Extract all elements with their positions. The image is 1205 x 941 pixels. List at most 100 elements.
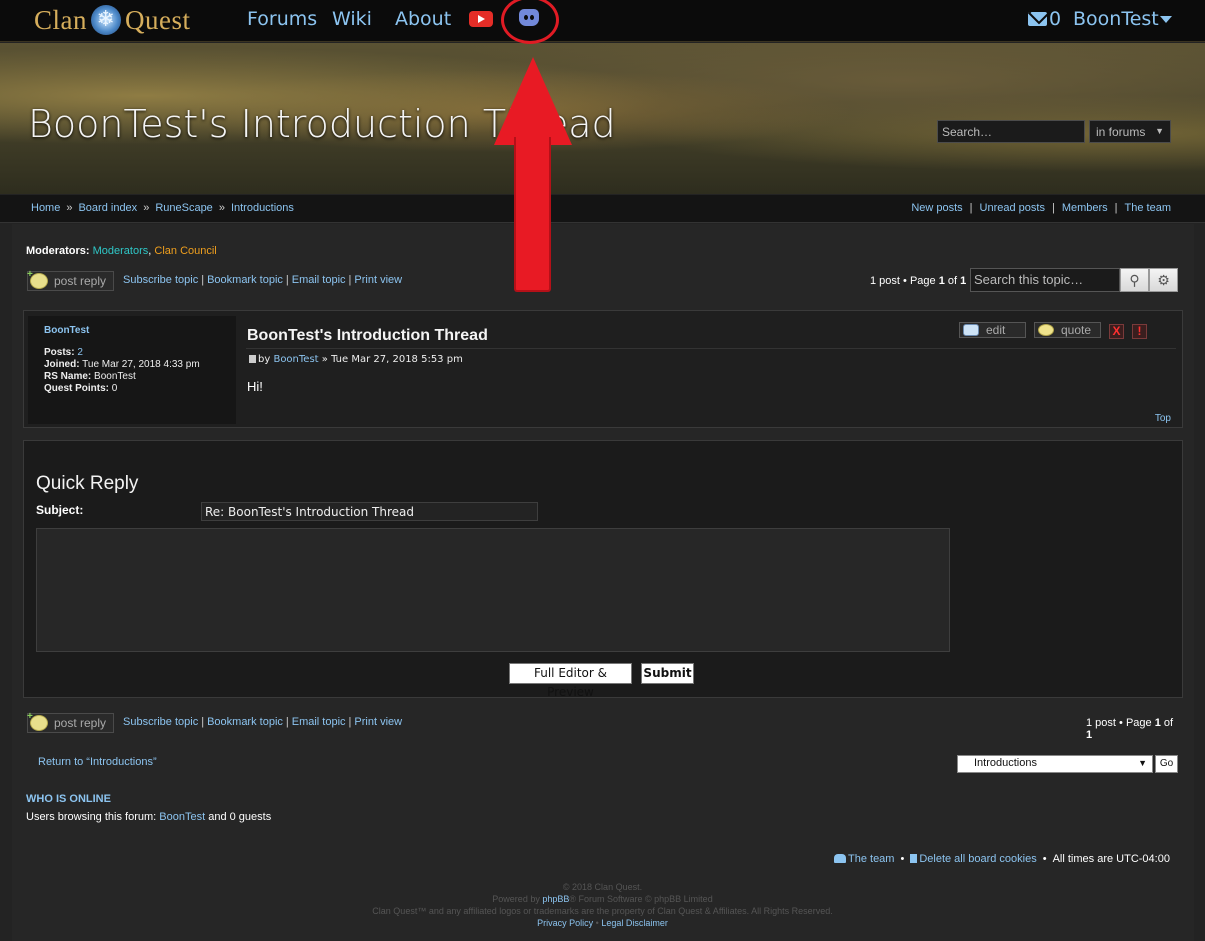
post-reply-button[interactable]: post reply <box>27 269 114 291</box>
privacy-policy-link[interactable]: Privacy Policy <box>537 918 593 928</box>
action-bar-bottom: post reply Subscribe topic| Bookmark top… <box>27 711 1179 741</box>
current-page: 1 <box>1154 717 1161 729</box>
breadcrumb-separator: » <box>66 202 73 214</box>
go-button[interactable]: Go <box>1155 755 1178 773</box>
breadcrumb-runescape[interactable]: RuneScape <box>155 202 213 214</box>
email-topic-link[interactable]: Email topic <box>292 274 346 286</box>
quote-button[interactable]: quote <box>1034 322 1101 338</box>
post-profile: BoonTest Posts: 2 Joined: Tue Mar 27, 20… <box>28 316 236 424</box>
moderators-label: Moderators: <box>26 245 90 257</box>
link-separator: | <box>348 274 352 286</box>
breadcrumb-home[interactable]: Home <box>31 202 60 214</box>
back-to-top-link[interactable]: Top <box>1155 413 1171 424</box>
submit-button[interactable]: Submit <box>641 663 694 684</box>
breadcrumb: Home » Board index » RuneScape » Introdu… <box>31 202 294 214</box>
subject-input[interactable]: Re: BoonTest's Introduction Thread <box>201 502 538 521</box>
return-to-forum-link[interactable]: Return to “Introductions” <box>38 756 157 768</box>
search-icon[interactable]: ⚲ <box>1120 268 1149 292</box>
post-title[interactable]: BoonTest's Introduction Thread <box>247 327 488 345</box>
caret-down-icon[interactable] <box>1160 16 1172 23</box>
edit-icon <box>963 324 979 336</box>
search-input[interactable]: Search… <box>937 120 1085 143</box>
delete-icon[interactable]: X <box>1109 324 1124 339</box>
topic-search-input[interactable]: Search this topic… <box>970 268 1120 292</box>
quest-points-line: Quest Points: 0 <box>44 383 117 394</box>
page-label: Page <box>1125 717 1152 729</box>
quick-reply-title: Quick Reply <box>36 473 139 494</box>
nav-about-link[interactable]: About <box>395 8 451 30</box>
phpbb-link[interactable]: phpBB <box>542 894 569 904</box>
email-topic-link[interactable]: Email topic <box>292 716 346 728</box>
mail-icon[interactable] <box>1028 12 1047 26</box>
edit-button[interactable]: edit <box>959 322 1026 338</box>
bullet: • <box>900 853 905 865</box>
post-count: 1 post <box>870 275 900 287</box>
bookmark-topic-link[interactable]: Bookmark topic <box>207 716 283 728</box>
rs-name-line: RS Name: BoonTest <box>44 371 136 382</box>
reply-icon <box>27 269 48 289</box>
full-editor-button[interactable]: Full Editor & Preview <box>509 663 632 699</box>
annotation-arrow-shaft <box>514 137 551 292</box>
link-separator: | <box>969 202 973 214</box>
joined-label: Joined: <box>44 359 80 370</box>
message-textarea[interactable] <box>36 528 950 652</box>
footer-team-link[interactable]: The team <box>834 853 894 865</box>
joined-line: Joined: Tue Mar 27, 2018 4:33 pm <box>44 359 200 370</box>
youtube-icon[interactable] <box>469 11 493 27</box>
print-view-link[interactable]: Print view <box>354 716 402 728</box>
the-team-link[interactable]: The team <box>1125 202 1171 214</box>
quick-links: New posts | Unread posts | Members | The… <box>911 202 1171 214</box>
topic-tools: Subscribe topic | Bookmark topic | Email t… <box>123 274 402 286</box>
who-is-online-title[interactable]: WHO IS ONLINE <box>26 793 111 805</box>
powered-by-line: Powered by phpBB® Forum Software © phpBB… <box>0 894 1205 904</box>
logo-text-left: Clan <box>34 4 87 35</box>
subscribe-topic-link[interactable]: Subscribe topic <box>123 716 198 728</box>
who-prefix: Users browsing this forum: <box>26 811 157 823</box>
clan-quest-logo[interactable]: Clan ❄ Quest <box>34 4 191 36</box>
gear-icon[interactable]: ⚙ <box>1149 268 1178 292</box>
trash-icon <box>910 854 918 863</box>
page-of-label: of <box>947 275 958 287</box>
post-icon[interactable] <box>249 355 256 363</box>
legal-disclaimer-link[interactable]: Legal Disclaimer <box>601 918 668 928</box>
post-count-line: Posts: 2 <box>44 347 83 358</box>
post-reply-label: post reply <box>54 274 107 288</box>
breadcrumb-board-index[interactable]: Board index <box>78 202 137 214</box>
link-separator: | <box>201 716 205 728</box>
quote-icon <box>1038 324 1054 336</box>
report-icon[interactable]: ! <box>1132 324 1147 339</box>
online-user-link[interactable]: BoonTest <box>159 811 205 823</box>
footer-links: The team • Delete all board cookies • Al… <box>834 853 1170 865</box>
members-link[interactable]: Members <box>1062 202 1108 214</box>
total-pages: 1 <box>960 275 967 287</box>
moderators-group-link[interactable]: Moderators <box>93 245 149 257</box>
forum-software-text: ® Forum Software © phpBB Limited <box>569 894 713 904</box>
post-reply-button[interactable]: post reply <box>27 711 114 733</box>
nav-forums-link[interactable]: Forums <box>247 8 317 30</box>
clan-council-group-link[interactable]: Clan Council <box>154 245 216 257</box>
subscribe-topic-link[interactable]: Subscribe topic <box>123 274 198 286</box>
jump-to-forum-select[interactable]: Introductions ▼ <box>957 755 1153 773</box>
bookmark-topic-link[interactable]: Bookmark topic <box>207 274 283 286</box>
mail-count[interactable]: 0 <box>1049 8 1061 30</box>
footer-team-label: The team <box>848 853 895 865</box>
nav-wiki-link[interactable]: Wiki <box>332 8 372 30</box>
delete-cookies-link[interactable]: Delete all board cookies <box>910 853 1037 865</box>
search-scope-select[interactable]: in forums ▼ <box>1089 120 1171 143</box>
pagination: 1 post • Page 1 of 1 <box>870 275 967 287</box>
print-view-link[interactable]: Print view <box>354 274 402 286</box>
logo-text-right: Quest <box>125 4 191 35</box>
post-date: » Tue Mar 27, 2018 5:53 pm <box>321 354 463 365</box>
posts-value-link[interactable]: 2 <box>77 347 83 358</box>
breadcrumb-separator: » <box>218 202 225 214</box>
breadcrumb-introductions[interactable]: Introductions <box>231 202 294 214</box>
new-posts-link[interactable]: New posts <box>911 202 962 214</box>
search-scope-value: in forums <box>1096 125 1146 139</box>
quick-reply-panel: Quick Reply Subject: Re: BoonTest's Intr… <box>23 440 1183 699</box>
user-menu-name[interactable]: BoonTest <box>1073 8 1159 30</box>
post-author-link[interactable]: BoonTest <box>44 325 89 336</box>
unread-posts-link[interactable]: Unread posts <box>980 202 1045 214</box>
post-meta-author-link[interactable]: BoonTest <box>273 354 318 365</box>
breadcrumb-bar: Home » Board index » RuneScape » Introdu… <box>0 195 1205 223</box>
action-bar-top: post reply Subscribe topic | Bookmark top… <box>27 268 1179 292</box>
